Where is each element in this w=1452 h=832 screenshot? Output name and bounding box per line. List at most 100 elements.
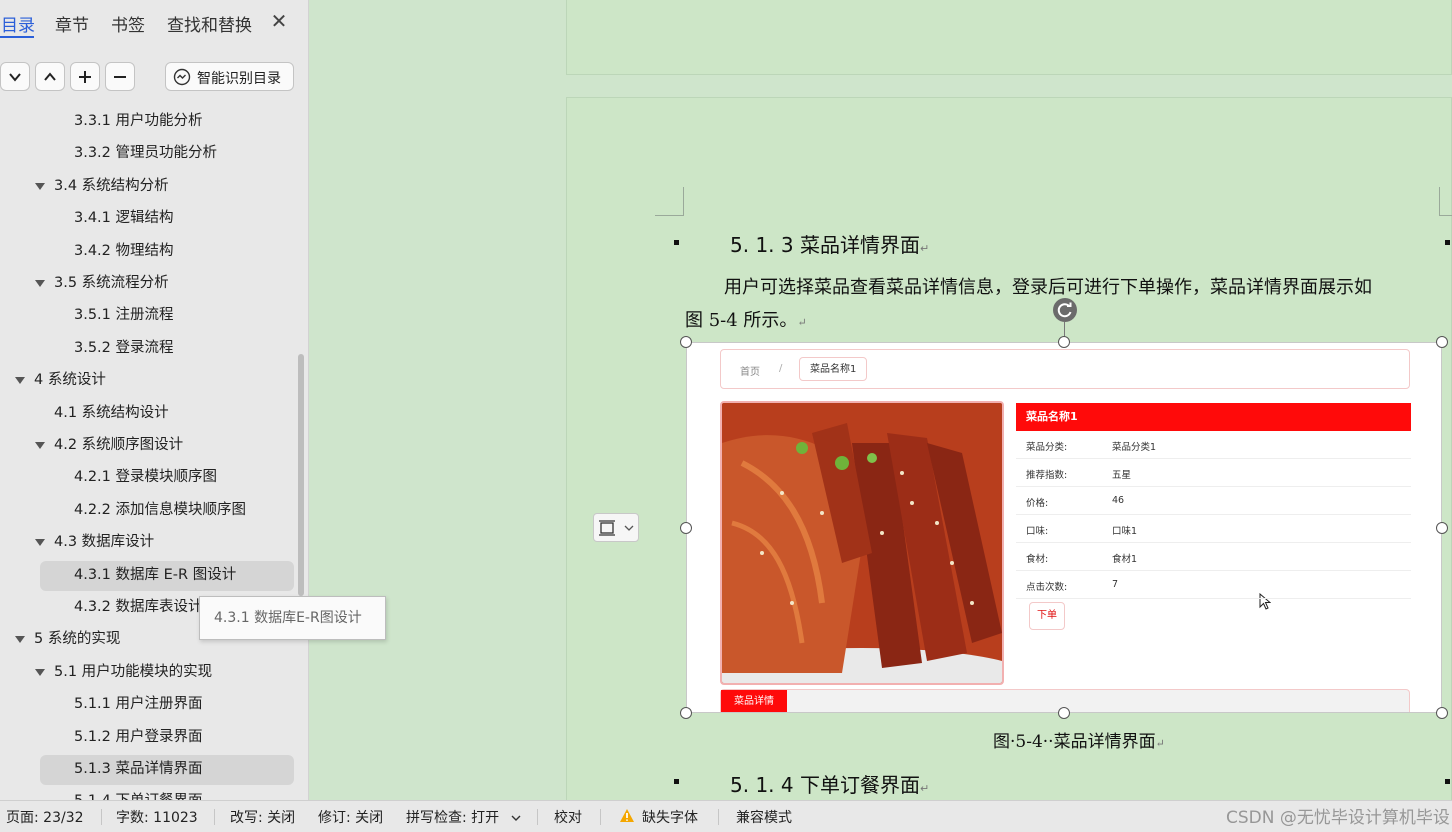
tab-toc[interactable]: 目录 [1, 11, 35, 36]
breadcrumb-current: 菜品名称1 [799, 357, 868, 381]
toc-item[interactable]: 5.1.1 用户注册界面 [0, 689, 296, 719]
toc-tooltip: 4.3.1 数据库E-R图设计 [199, 596, 386, 640]
add-heading-button[interactable] [70, 62, 100, 91]
chevron-down-icon [9, 73, 21, 82]
toc-item-label: 3.5.2 登录流程 [74, 339, 174, 356]
toc-item-label: 5.1.2 用户登录界面 [74, 728, 203, 745]
expand-triangle-icon[interactable] [35, 442, 45, 449]
tab-chapters[interactable]: 章节 [55, 11, 89, 36]
smart-recognize-icon [173, 68, 191, 86]
status-spellcheck[interactable]: 拼写检查: 打开 [406, 807, 499, 827]
smart-toc-button[interactable]: 智能识别目录 [165, 62, 294, 91]
body-paragraph-line[interactable]: 图 5-4 所示。↵ [685, 306, 807, 332]
toc-item-label: 4.1 系统结构设计 [54, 404, 169, 421]
toc-item-label: 4.2.1 登录模块顺序图 [74, 469, 218, 486]
dish-info-value: 五星 [1112, 470, 1132, 481]
expand-triangle-icon[interactable] [35, 182, 45, 190]
toc-item-label: 3.5.1 注册流程 [74, 307, 174, 324]
status-compat-mode[interactable]: 兼容模式 [736, 807, 792, 827]
figure-caption[interactable]: 图·5-4··菜品详情界面↵ [993, 727, 1165, 752]
toc-item[interactable]: 5.1.3 菜品详情界面 [0, 754, 296, 784]
dish-info-key: 口味: [1026, 526, 1049, 537]
resize-handle-s[interactable] [1058, 707, 1070, 719]
dish-info-row: 菜品分类: 菜品分类1 [1016, 431, 1411, 459]
tab-find-replace[interactable]: 查找和替换 [167, 11, 252, 36]
expand-triangle-icon[interactable] [15, 636, 25, 644]
collapse-down-button[interactable] [0, 62, 30, 91]
resize-handle-se[interactable] [1436, 707, 1448, 719]
toc-item[interactable]: 3.3.1 用户功能分析 [0, 106, 296, 136]
dish-info-row: 推荐指数: 五星 [1016, 459, 1411, 487]
resize-handle-ne[interactable] [1436, 336, 1448, 348]
layout-options-button[interactable] [593, 513, 639, 542]
order-button[interactable]: 下单 [1029, 602, 1065, 630]
toc-item[interactable]: 3.4 系统结构分析 [0, 171, 296, 201]
toc-item[interactable]: 4.3.1 数据库 E-R 图设计 [0, 560, 296, 590]
status-revise[interactable]: 修订: 关闭 [318, 807, 383, 827]
toc-item-label: 4.3 数据库设计 [54, 534, 155, 551]
dish-info-key: 食材: [1026, 554, 1049, 565]
toc-item[interactable]: 4.1 系统结构设计 [0, 398, 296, 428]
resize-handle-sw[interactable] [680, 707, 692, 719]
expand-triangle-icon[interactable] [35, 280, 45, 287]
tab-bookmarks[interactable]: 书签 [111, 11, 145, 36]
expand-triangle-icon[interactable] [35, 668, 45, 676]
toc-item[interactable]: 4.2.1 登录模块顺序图 [0, 462, 296, 492]
collapse-up-button[interactable] [35, 62, 65, 91]
toc-item-label: 5.1 用户功能模块的实现 [54, 663, 213, 680]
chevron-down-icon[interactable] [511, 814, 521, 822]
heading-bullet [674, 240, 679, 245]
dish-info-value: 46 [1112, 495, 1125, 506]
status-divider [537, 809, 538, 825]
dish-info-value: 口味1 [1112, 526, 1138, 537]
section-heading[interactable]: 5. 1. 3 菜品详情界面↵ [730, 229, 929, 258]
section-heading[interactable]: 5. 1. 4 下单订餐界面↵ [730, 769, 929, 798]
remove-heading-button[interactable] [105, 62, 135, 91]
toc-item[interactable]: 3.4.2 物理结构 [0, 236, 296, 266]
toc-item[interactable]: 4.3 数据库设计 [0, 527, 296, 557]
status-divider [101, 809, 102, 825]
expand-triangle-icon[interactable] [15, 377, 25, 385]
toc-item[interactable]: 4.2.2 添加信息模块顺序图 [0, 495, 296, 525]
toc-item-label: 4.2.2 添加信息模块顺序图 [74, 501, 247, 518]
toc-item[interactable]: 3.3.2 管理员功能分析 [0, 138, 296, 168]
resize-handle-nw[interactable] [680, 336, 692, 348]
warning-icon [620, 809, 634, 822]
selected-figure-image[interactable]: 首页 / 菜品名称1 菜品名称1 下单 菜品详情 菜品分类: 菜品分类1 推荐指… [686, 342, 1442, 713]
resize-handle-w[interactable] [680, 522, 692, 534]
dish-info-key: 点击次数: [1026, 582, 1068, 593]
toc-item[interactable]: 5.1.4 下单订餐界面 [0, 786, 296, 800]
tab-dish-detail[interactable]: 菜品详情 [721, 690, 787, 712]
close-icon[interactable]: ✕ [268, 10, 290, 32]
status-proofread[interactable]: 校对 [554, 807, 582, 827]
toc-item[interactable]: 3.5 系统流程分析 [0, 268, 296, 298]
toc-item[interactable]: 3.5.1 注册流程 [0, 300, 296, 330]
toc-item[interactable]: 5.1 用户功能模块的实现 [0, 657, 296, 687]
toc-item[interactable]: 3.5.2 登录流程 [0, 333, 296, 363]
nav-scrollbar[interactable] [298, 354, 304, 596]
status-page[interactable]: 页面: 23/32 [6, 807, 84, 827]
crop-mark [655, 187, 684, 216]
dish-info-key: 价格: [1026, 498, 1049, 509]
status-missing-font[interactable]: 缺失字体 [642, 807, 698, 827]
toc-item[interactable]: 4.2 系统顺序图设计 [0, 430, 296, 460]
dish-info-key: 推荐指数: [1026, 470, 1068, 481]
resize-handle-n[interactable] [1058, 336, 1070, 348]
dish-info-row: 口味: 口味1 [1016, 515, 1411, 543]
expand-triangle-icon[interactable] [35, 539, 45, 547]
rotate-handle[interactable] [1053, 298, 1077, 322]
status-overwrite[interactable]: 改写: 关闭 [230, 807, 295, 827]
status-word-count[interactable]: 字数: 11023 [116, 807, 198, 827]
navigation-pane: 目录 章节 书签 查找和替换 ✕ 智能识别目录 3.3.1 用户功能分析 3.3.… [0, 0, 309, 800]
plus-icon [79, 71, 91, 83]
body-paragraph-line[interactable]: 用户可选择菜品查看菜品详情信息，登录后可进行下单操作，菜品详情界面展示如 [724, 273, 1372, 299]
toc-item[interactable]: 5.1.2 用户登录界面 [0, 722, 296, 752]
dish-photo-art [722, 403, 1002, 683]
toc-item[interactable]: 3.4.1 逻辑结构 [0, 203, 296, 233]
toc-item-label: 5.1.1 用户注册界面 [74, 696, 203, 713]
resize-handle-e[interactable] [1436, 522, 1448, 534]
toc-item-label: 5.1.3 菜品详情界面 [74, 761, 203, 777]
heading-bullet [674, 779, 679, 784]
nav-tab-bar: 目录 章节 书签 查找和替换 ✕ [0, 0, 309, 46]
toc-item[interactable]: 4 系统设计 [0, 365, 296, 395]
